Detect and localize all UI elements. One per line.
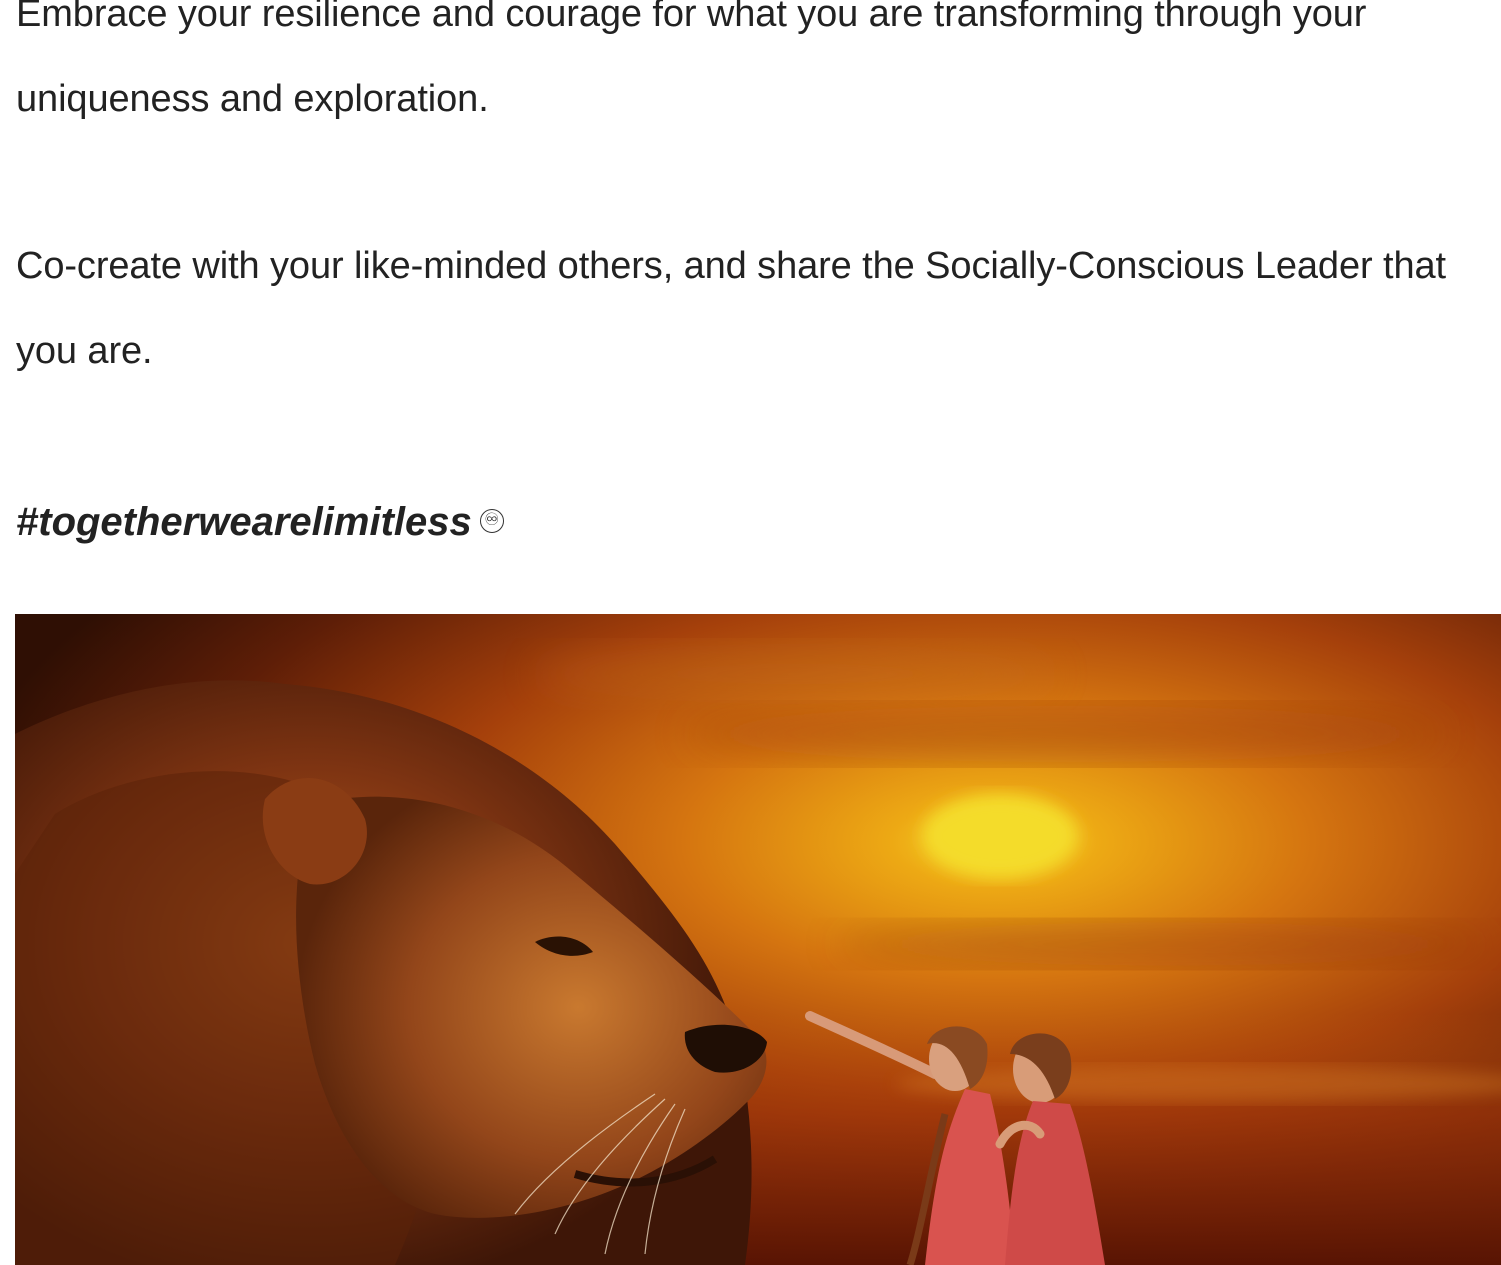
hero-image — [15, 614, 1501, 1265]
article-page: Embrace your resilience and courage for … — [0, 0, 1501, 1265]
paragraph-co-create: Co-create with your like-minded others, … — [16, 245, 1446, 372]
lion-sunset-illustration — [15, 614, 1501, 1265]
infinity-icon: ♾ — [479, 509, 504, 534]
hashtag-line: #togetherwearelimitless ♾ — [16, 492, 504, 552]
paragraph-resilience: Embrace your resilience and courage for … — [16, 0, 1367, 120]
hashtag-text[interactable]: #togetherwearelimitless — [16, 500, 472, 544]
